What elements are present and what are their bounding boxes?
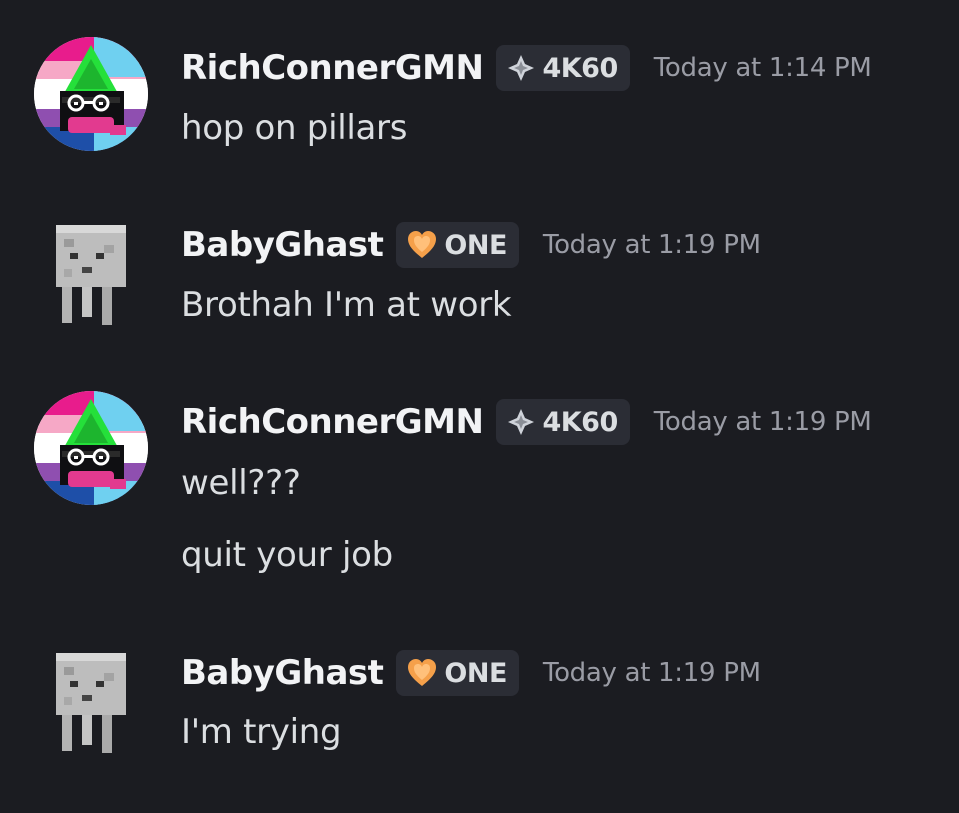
chat-log: RichConnerGMN 4K60 Today at 1:14 PM hop …: [0, 0, 959, 813]
username[interactable]: RichConnerGMN: [181, 48, 484, 88]
ralsei-pride-avatar-icon: [34, 391, 148, 505]
username[interactable]: RichConnerGMN: [181, 402, 484, 442]
timestamp[interactable]: Today at 1:14 PM: [654, 53, 872, 83]
guild-tag-label: ONE: [444, 657, 507, 689]
message-header: RichConnerGMN 4K60 Today at 1:14 PM: [181, 45, 872, 91]
message-text: Brothah I'm at work: [181, 285, 512, 325]
heart-icon: [408, 231, 437, 258]
message-text: hop on pillars: [181, 108, 408, 148]
message-header: BabyGhast ONE Today at 1:19 PM: [181, 222, 761, 268]
guild-tag-badge[interactable]: 4K60: [496, 399, 630, 445]
guild-tag-label: 4K60: [542, 52, 618, 84]
guild-tag-badge[interactable]: ONE: [396, 650, 519, 696]
message-text: I'm trying: [181, 712, 342, 752]
heart-icon: [408, 659, 437, 686]
minecraft-ghast-avatar-icon: [34, 641, 148, 755]
diamond-icon: [508, 409, 535, 435]
timestamp[interactable]: Today at 1:19 PM: [543, 230, 761, 260]
minecraft-ghast-avatar-icon: [34, 213, 148, 327]
username[interactable]: BabyGhast: [181, 225, 384, 265]
avatar[interactable]: [34, 391, 148, 505]
username[interactable]: BabyGhast: [181, 653, 384, 693]
ralsei-pride-avatar-icon: [34, 37, 148, 151]
message-text: well???: [181, 463, 301, 503]
guild-tag-badge[interactable]: ONE: [396, 222, 519, 268]
timestamp[interactable]: Today at 1:19 PM: [543, 658, 761, 688]
message-header: BabyGhast ONE Today at 1:19 PM: [181, 650, 761, 696]
guild-tag-badge[interactable]: 4K60: [496, 45, 630, 91]
guild-tag-label: 4K60: [542, 406, 618, 438]
avatar[interactable]: [34, 641, 148, 755]
avatar[interactable]: [34, 37, 148, 151]
message-header: RichConnerGMN 4K60 Today at 1:19 PM: [181, 399, 872, 445]
message-text: quit your job: [181, 535, 393, 575]
guild-tag-label: ONE: [444, 229, 507, 261]
avatar[interactable]: [34, 213, 148, 327]
diamond-icon: [508, 55, 535, 81]
timestamp[interactable]: Today at 1:19 PM: [654, 407, 872, 437]
